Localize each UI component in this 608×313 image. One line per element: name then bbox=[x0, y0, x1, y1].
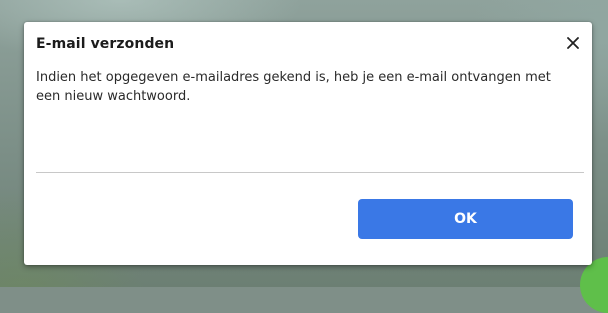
dialog-message: Indien het opgegeven e-mailadres gekend … bbox=[36, 70, 551, 104]
email-sent-dialog: E-mail verzonden Indien het opgegeven e-… bbox=[24, 22, 592, 265]
close-button[interactable] bbox=[562, 32, 584, 54]
dialog-title: E-mail verzonden bbox=[36, 36, 175, 52]
dialog-divider bbox=[36, 172, 584, 173]
ok-button[interactable]: OK bbox=[358, 199, 573, 239]
close-icon bbox=[567, 37, 579, 49]
